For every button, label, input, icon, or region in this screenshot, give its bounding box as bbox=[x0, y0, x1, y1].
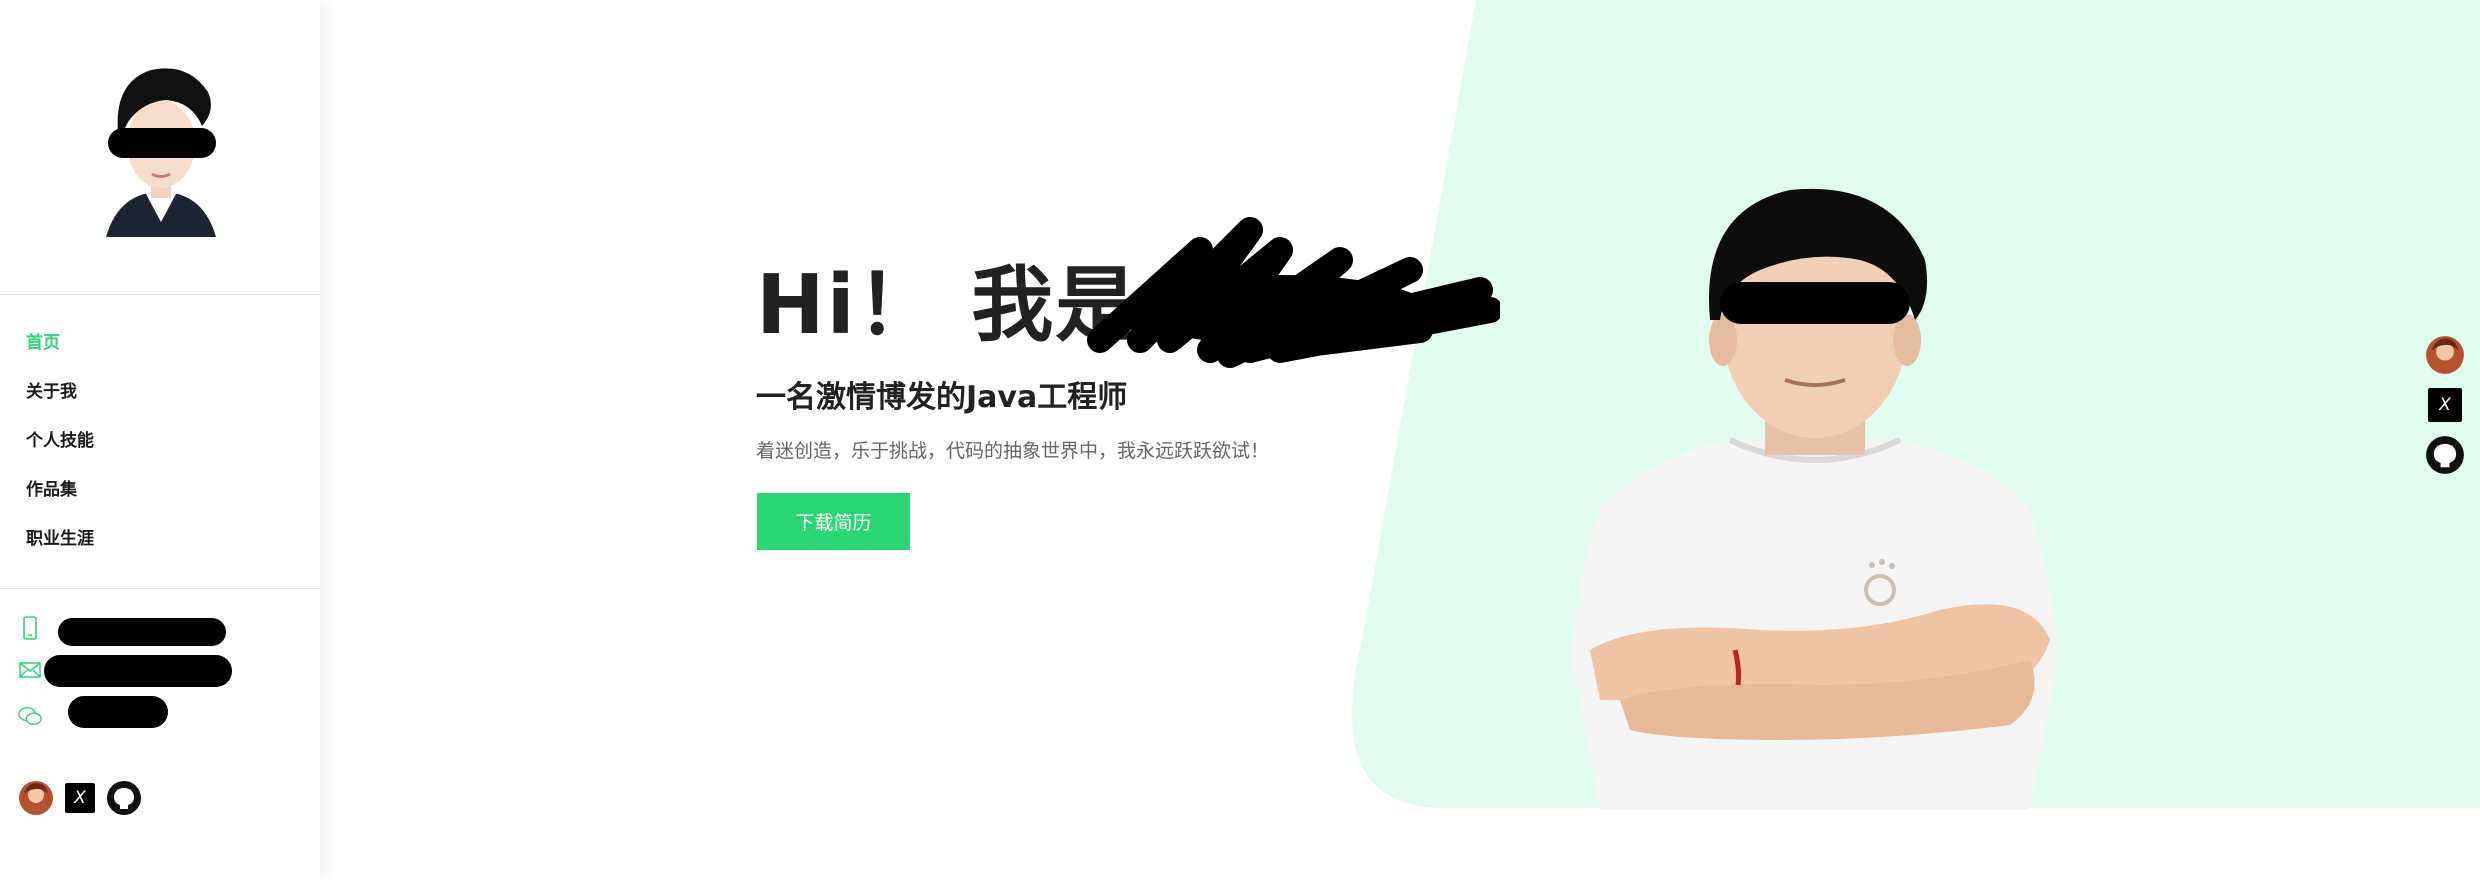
sidebar-nav: 首页 关于我 个人技能 作品集 职业生涯 bbox=[26, 325, 94, 570]
redacted-email bbox=[44, 655, 232, 687]
redacted-name-scribble bbox=[1087, 217, 1500, 368]
avatar-social-icon[interactable] bbox=[2423, 333, 2467, 377]
sidebar: 首页 关于我 个人技能 作品集 职业生涯 X bbox=[0, 0, 320, 880]
download-resume-button[interactable]: 下载简历 bbox=[757, 493, 910, 550]
redacted-wechat bbox=[68, 696, 168, 728]
phone-icon bbox=[18, 616, 42, 640]
nav-item-career[interactable]: 职业生涯 bbox=[26, 521, 94, 570]
sidebar-socials: X bbox=[18, 780, 142, 816]
floating-socials: X bbox=[2423, 333, 2469, 483]
x-icon[interactable]: X bbox=[2423, 383, 2467, 427]
nav-item-skills[interactable]: 个人技能 bbox=[26, 423, 94, 472]
github-icon[interactable] bbox=[106, 780, 142, 816]
contact-phone bbox=[18, 613, 42, 643]
mail-icon bbox=[18, 658, 42, 682]
contact-email bbox=[18, 655, 42, 685]
x-icon[interactable]: X bbox=[62, 780, 98, 816]
wechat-icon bbox=[18, 704, 42, 728]
github-icon[interactable] bbox=[2423, 433, 2467, 477]
hero-portrait bbox=[1573, 188, 2057, 810]
nav-item-portfolio[interactable]: 作品集 bbox=[26, 472, 94, 521]
hero-subtitle: 一名激情博发的Java工程师 bbox=[756, 380, 1128, 415]
hero-description: 着迷创造，乐于挑战，代码的抽象世界中，我永远跃跃欲试！ bbox=[756, 440, 1270, 462]
avatar-social-icon[interactable] bbox=[18, 780, 54, 816]
nav-item-about[interactable]: 关于我 bbox=[26, 374, 94, 423]
profile-avatar bbox=[96, 62, 226, 237]
nav-item-home[interactable]: 首页 bbox=[26, 325, 94, 374]
sidebar-divider-bottom bbox=[0, 588, 320, 589]
redacted-phone bbox=[58, 618, 226, 646]
sidebar-divider-top bbox=[0, 294, 320, 295]
contact-wechat bbox=[18, 701, 42, 731]
